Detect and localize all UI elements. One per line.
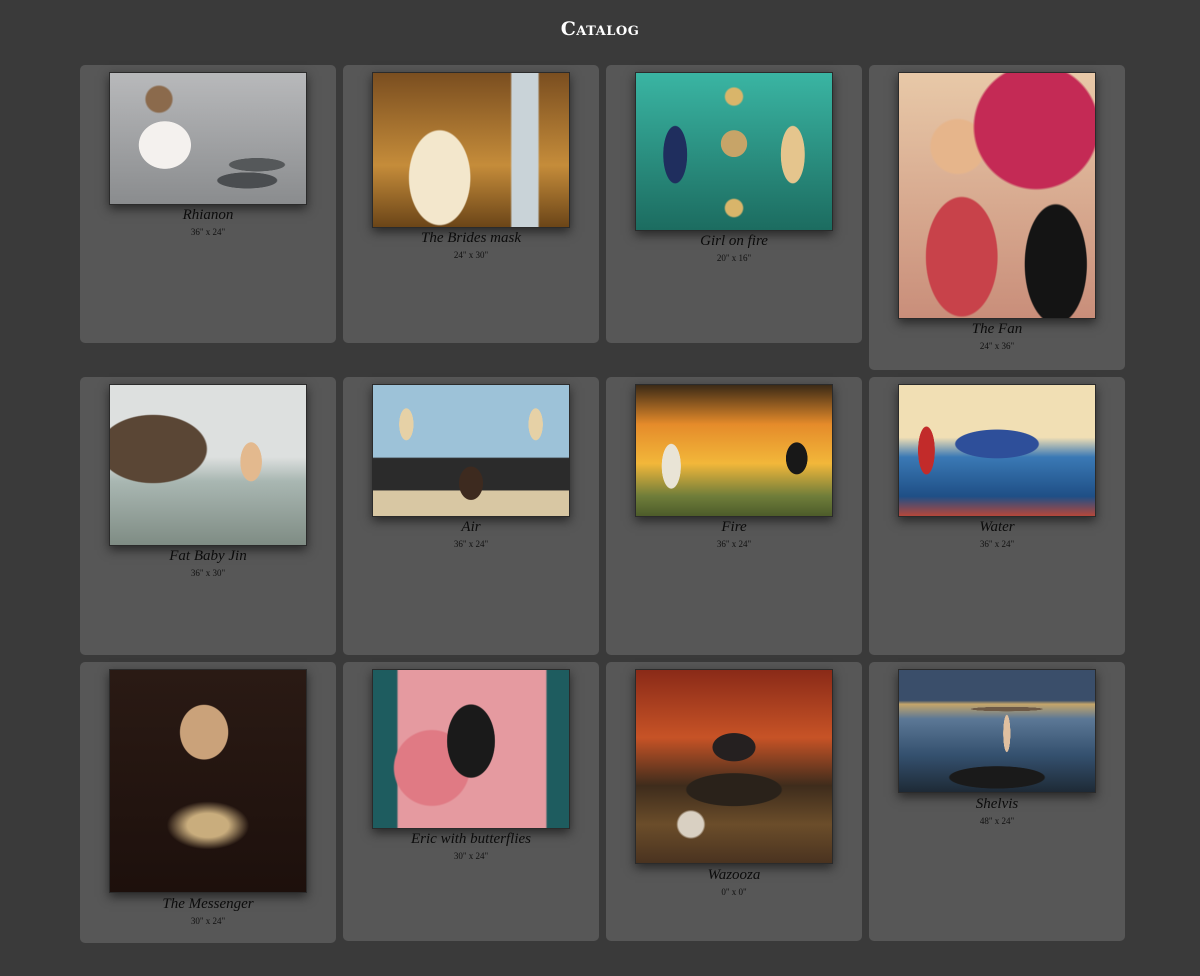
painting-size: 30" x 24": [190, 916, 226, 926]
catalog-item-air[interactable]: Air 36" x 24": [343, 377, 599, 655]
painting-title[interactable]: Fat Baby Jin: [80, 548, 336, 565]
painting-title[interactable]: Water: [869, 519, 1125, 536]
painting-thumbnail[interactable]: [372, 384, 570, 517]
painting-thumbnail[interactable]: [635, 669, 833, 864]
painting-size: 36" x 24": [453, 539, 489, 549]
painting-title[interactable]: Girl on fire: [606, 233, 862, 250]
painting-title[interactable]: The Messenger: [80, 896, 336, 913]
painting-title[interactable]: Wazooza: [606, 867, 862, 884]
catalog-item-the-messenger[interactable]: The Messenger 30" x 24": [80, 662, 336, 943]
painting-size: 36" x 24": [716, 539, 752, 549]
painting-size: 36" x 24": [979, 539, 1015, 549]
catalog-item-wazooza[interactable]: Wazooza 0" x 0": [606, 662, 862, 941]
painting-title[interactable]: Shelvis: [869, 796, 1125, 813]
painting-size: 48" x 24": [979, 816, 1015, 826]
painting-thumbnail[interactable]: [372, 669, 570, 829]
painting-thumbnail[interactable]: [109, 669, 307, 893]
painting-title[interactable]: Fire: [606, 519, 862, 536]
painting-title[interactable]: Eric with butterflies: [343, 831, 599, 848]
painting-size: 24" x 30": [453, 250, 489, 260]
catalog-item-fire[interactable]: Fire 36" x 24": [606, 377, 862, 655]
painting-thumbnail[interactable]: [372, 72, 570, 228]
catalog-item-brides-mask[interactable]: The Brides mask 24" x 30": [343, 65, 599, 343]
painting-thumbnail[interactable]: [898, 384, 1096, 517]
painting-thumbnail[interactable]: [635, 72, 833, 231]
painting-title[interactable]: The Brides mask: [343, 230, 599, 247]
painting-size: 36" x 24": [190, 227, 226, 237]
painting-thumbnail[interactable]: [635, 384, 833, 517]
catalog-item-eric-with-butterflies[interactable]: Eric with butterflies 30" x 24": [343, 662, 599, 941]
painting-title[interactable]: Rhianon: [80, 207, 336, 224]
painting-thumbnail[interactable]: [898, 669, 1096, 793]
painting-size: 0" x 0": [721, 887, 747, 897]
painting-thumbnail[interactable]: [109, 384, 307, 546]
painting-title[interactable]: Air: [343, 519, 599, 536]
painting-thumbnail[interactable]: [109, 72, 307, 205]
catalog-item-water[interactable]: Water 36" x 24": [869, 377, 1125, 655]
catalog-item-the-fan[interactable]: The Fan 24" x 36": [869, 65, 1125, 370]
painting-title[interactable]: The Fan: [869, 321, 1125, 338]
catalog-item-fat-baby-jin[interactable]: Fat Baby Jin 36" x 30": [80, 377, 336, 655]
painting-size: 36" x 30": [190, 568, 226, 578]
painting-size: 30" x 24": [453, 851, 489, 861]
painting-thumbnail[interactable]: [898, 72, 1096, 319]
painting-size: 24" x 36": [979, 341, 1015, 351]
painting-size: 20" x 16": [716, 253, 752, 263]
catalog-item-girl-on-fire[interactable]: Girl on fire 20" x 16": [606, 65, 862, 343]
catalog-item-rhianon[interactable]: Rhianon 36" x 24": [80, 65, 336, 343]
page-title: Catalog: [560, 18, 640, 40]
catalog-item-shelvis[interactable]: Shelvis 48" x 24": [869, 662, 1125, 941]
